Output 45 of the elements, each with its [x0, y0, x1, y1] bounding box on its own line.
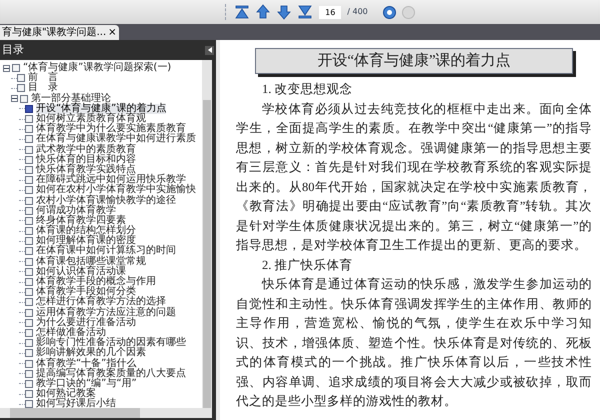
- collapse-icon[interactable]: [11, 95, 18, 102]
- tree-item[interactable]: 快乐体育教学实践特点: [36, 164, 136, 175]
- section-heading: 1. 改变思想观念: [261, 81, 354, 98]
- tree-item[interactable]: 第一部分基础理论: [31, 94, 111, 104]
- forward-button[interactable]: [382, 6, 396, 18]
- tree-item[interactable]: 在体育课中如何计算练习的时间: [36, 246, 176, 256]
- tree-item[interactable]: 如何熟记教案: [36, 389, 96, 400]
- tree-item[interactable]: 如何认识体育活动课: [36, 266, 126, 277]
- tree-item[interactable]: 为什么要进行准备活动: [36, 318, 136, 328]
- tree-item[interactable]: 终身体育教学四要素: [36, 216, 126, 226]
- tree-item[interactable]: 开设“体育与健康”课的着力点: [36, 104, 166, 114]
- collapse-icon[interactable]: [3, 64, 10, 72]
- tree-item[interactable]: 如何写好课后小结: [36, 399, 116, 410]
- tree-item[interactable]: 教学口诀的“编”与“用”: [36, 378, 137, 389]
- tree-item[interactable]: 怎样做准备活动: [36, 328, 106, 338]
- page-number-field[interactable]: 16: [319, 6, 342, 18]
- tree-item[interactable]: 影响讲解效果的几个因素: [36, 348, 146, 358]
- tree-item[interactable]: 运用体育教学方法应注意的问题: [36, 308, 176, 318]
- tree-item[interactable]: 体育课包括哪些课堂常规: [36, 256, 146, 267]
- last-page-icon[interactable]: [296, 3, 314, 21]
- vertical-scrollbar[interactable]: [202, 60, 212, 408]
- paragraph: 快乐体育是通过体育运动的快乐感，激发学生参加运动的自觉性和主动性。快乐体育强调发挥学生的主体作用、教师的主导作用，营造宽松、愉悦的气氛，使学生在欢乐中学习知识、技术，增强体质、塑造个性。快乐体育是对传统的、死板式的体育模式的一个挑战。推广快乐体育以后，一些技术性强、内容单调、追求成绩的项目将会大大减少或被砍掉，取而代之的是些小型多样的游戏性的教材。: [236, 276, 592, 410]
- tree-item[interactable]: 提高编写体育教案质量的八大要点: [36, 368, 186, 379]
- tree-item[interactable]: 农村小学体育课愉快教学的途径: [36, 196, 176, 206]
- close-icon[interactable]: ×: [108, 27, 117, 38]
- tree-item[interactable]: 怎样进行体育教学方法的选择: [36, 297, 166, 308]
- tree-item[interactable]: 何谓成功体育教学: [36, 206, 116, 216]
- down-arrow-icon[interactable]: [275, 3, 294, 21]
- paragraph: 学校体育必须从过去纯竞技化的框框中走出来。面向全体学生，全面提高学生的素质。在教学中突出“健康第一”的指导思想，树立新的学校体育观念。强调健康第一的指导思想主要有三层意义：首先是针对我们现在学校教育系统的客观实际提出来的。从80年代开始，国家就决定在学校中实施素质教育，《教育法》明确提出要由“应试教育”向“素质教育”转轨。其次是针对学生体质健康状况提出来的。第三，树立“健康第一”的指导思想，是对学校体育卫生工作提出的更新、更高的要求。: [236, 100, 592, 254]
- collapse-sidebar-icon[interactable]: [205, 46, 214, 54]
- up-arrow-icon[interactable]: [254, 3, 272, 21]
- document-tab[interactable]: 育与健康"课教学问题... ×: [0, 25, 119, 40]
- tree-item[interactable]: 前 言: [28, 73, 58, 84]
- tree-item[interactable]: 体育教学“十备”指什么: [36, 358, 136, 369]
- tree-item[interactable]: 快乐体育的目标和内容: [36, 154, 136, 165]
- page-total: / 400: [347, 6, 368, 18]
- tree-item[interactable]: 如何在农村小学体育教学中实施愉快: [36, 185, 196, 196]
- tree-item[interactable]: 武术教学中的素质教育: [36, 144, 136, 155]
- sidebar-title: 目录: [2, 42, 24, 58]
- tree-item[interactable]: 目 录: [28, 83, 58, 94]
- tree-item[interactable]: 在体育与健康课教学中如何进行素质: [36, 134, 196, 144]
- section-heading: 2. 推广快乐体育: [261, 256, 354, 274]
- first-page-icon[interactable]: [233, 3, 252, 21]
- document-title: 开设“体育与健康”课的着力点: [255, 48, 573, 74]
- horizontal-scrollbar[interactable]: [0, 408, 212, 418]
